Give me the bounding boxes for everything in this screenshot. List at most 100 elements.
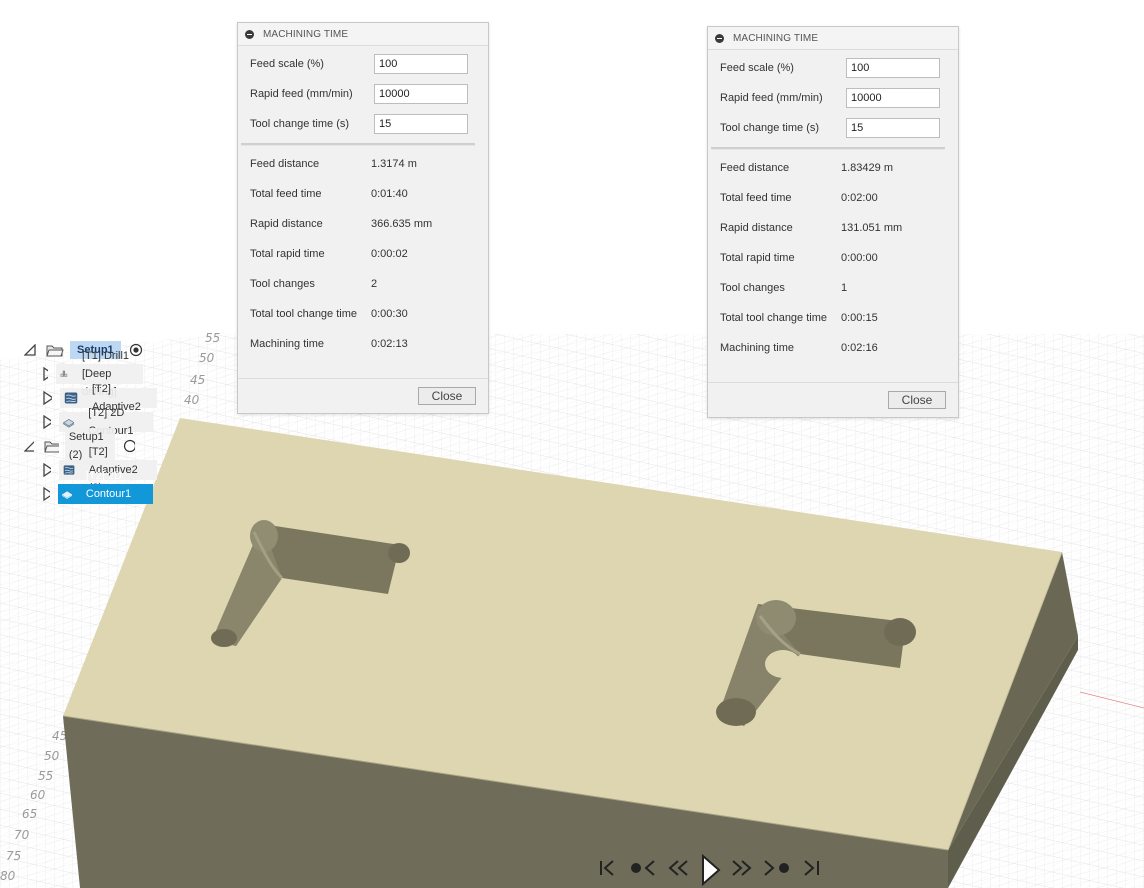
rapid-feed-row: Rapid feed (mm/min) [708,83,958,113]
feed-scale-input[interactable] [374,54,468,74]
drill-icon [60,370,68,377]
stat-label: Machining time [250,338,324,350]
tool-change-time-input[interactable] [374,114,468,134]
expand-triangle-icon[interactable] [42,367,49,381]
feed-scale-label: Feed scale (%) [720,62,794,74]
tool-change-time-label: Tool change time (s) [720,122,820,134]
dialog-title: MACHINING TIME [263,28,349,40]
tick-label: 80 [0,869,16,883]
stat-row: Machining time 0:02:13 [238,329,488,359]
machining-time-dialog-left: MACHINING TIME Feed scale (%) Rapid feed… [237,22,489,414]
tick-label: 45 [190,373,205,387]
machining-time-dialog-right: MACHINING TIME Feed scale (%) Rapid feed… [707,26,959,418]
stat-value: 0:00:00 [841,252,878,264]
stat-label: Total rapid time [720,252,795,264]
tick-label: 55 [38,769,53,783]
operation-label: [T2] 2D Contour1 (2) [85,470,132,518]
stat-value: 1 [841,282,848,294]
previous-operation-button[interactable] [628,854,658,882]
stat-label: Feed distance [720,162,790,174]
stat-row: Total rapid time 0:00:00 [708,243,958,273]
collapse-icon[interactable] [245,29,254,39]
stat-row: Total tool change time 0:00:15 [708,303,958,333]
tick-label: 55 [205,331,220,345]
rapid-feed-row: Rapid feed (mm/min) [238,79,488,109]
stat-value: 0:02:16 [841,342,878,354]
setup-folder-icon [44,441,59,453]
step-back-icon [668,860,688,876]
feed-scale-row: Feed scale (%) [708,53,958,83]
tree-operation-selected[interactable]: [T2] 2D Contour1 (2) [42,470,154,518]
stat-label: Total feed time [250,188,322,200]
stat-label: Machining time [720,342,794,354]
stat-row: Feed distance 1.83429 m [708,153,958,183]
stat-row: Rapid distance 131.051 mm [708,213,958,243]
expand-triangle-icon[interactable] [42,415,51,429]
tool-change-time-row: Tool change time (s) [708,113,958,143]
stat-row: Total feed time 0:01:40 [238,179,488,209]
stat-row: Rapid distance 366.635 mm [238,209,488,239]
stat-label: Total tool change time [720,312,828,324]
dialog-header: MACHINING TIME [238,23,488,46]
feed-scale-label: Feed scale (%) [250,58,324,70]
step-back-button[interactable] [666,854,690,882]
feed-scale-input[interactable] [846,58,940,78]
stat-row: Total rapid time 0:00:02 [238,239,488,269]
stat-label: Total rapid time [250,248,325,260]
expand-triangle-icon[interactable] [42,463,51,477]
stat-value: 366.635 mm [371,218,433,230]
tool-change-time-label: Tool change time (s) [250,118,350,130]
adaptive-icon [64,392,78,404]
collapse-triangle-icon[interactable] [24,344,36,356]
play-button[interactable] [698,854,722,886]
skip-to-end-button[interactable] [800,854,824,882]
stat-label: Tool changes [720,282,785,294]
skip-to-start-icon [600,860,614,876]
skip-to-start-button[interactable] [596,854,620,882]
stat-row: Tool changes 1 [708,273,958,303]
3d-viewport[interactable]: 55 50 45 40 45 50 55 60 65 70 75 80 [0,0,1144,888]
divider [241,143,475,146]
tool-change-time-row: Tool change time (s) [238,109,488,139]
stat-label: Feed distance [250,158,320,170]
next-operation-button[interactable] [762,854,792,882]
stat-label: Rapid distance [720,222,793,234]
close-button[interactable]: Close [888,391,946,409]
collapse-icon[interactable] [715,33,724,43]
stat-value: 0:02:00 [841,192,878,204]
expand-triangle-icon[interactable] [42,487,50,501]
close-button[interactable]: Close [418,387,476,405]
contour-icon [61,491,72,499]
tick-label: 60 [30,788,46,802]
tick-label: 70 [14,828,30,842]
stat-row: Machining time 0:02:16 [708,333,958,363]
operation-row-selected[interactable]: [T2] 2D Contour1 (2) [57,470,154,518]
rapid-feed-input[interactable] [846,88,940,108]
setup-folder-icon [46,345,64,357]
step-forward-icon [732,860,752,876]
rapid-feed-input[interactable] [374,84,468,104]
stat-value: 131.051 mm [841,222,903,234]
stat-value: 2 [371,278,378,290]
divider [711,147,945,150]
stat-label: Rapid distance [250,218,323,230]
expand-triangle-icon[interactable] [42,391,52,405]
tick-label: 65 [22,807,37,821]
rapid-feed-label: Rapid feed (mm/min) [720,92,823,104]
tick-label: 50 [199,351,215,365]
step-forward-button[interactable] [730,854,754,882]
stat-value: 0:00:02 [371,248,408,260]
next-operation-icon [764,860,789,876]
play-icon [702,854,721,886]
tool-change-time-input[interactable] [846,118,940,138]
stat-label: Total feed time [720,192,792,204]
tick-label: 50 [44,749,60,763]
feed-scale-row: Feed scale (%) [238,49,488,79]
dialog-header: MACHINING TIME [708,27,958,50]
stat-value: 0:02:13 [371,338,408,350]
tick-label: 40 [184,393,200,407]
collapse-triangle-icon[interactable] [24,440,34,452]
dialog-title: MACHINING TIME [733,32,819,44]
stat-value: 0:01:40 [371,188,408,200]
stat-value: 1.3174 m [371,158,417,170]
